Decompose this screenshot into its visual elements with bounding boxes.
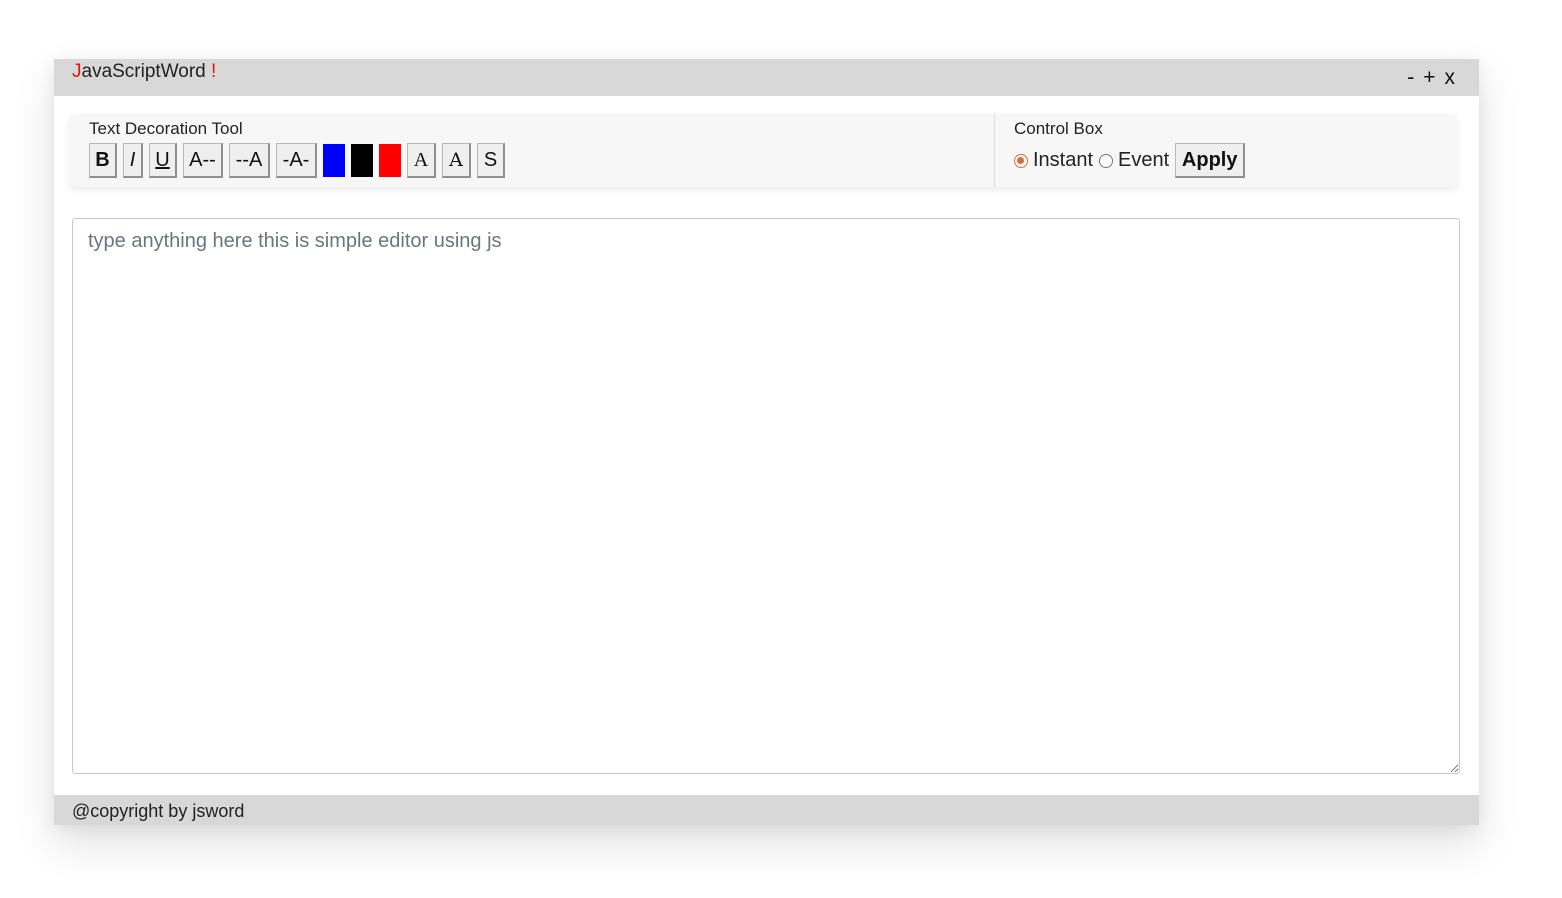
title-bar: JavaScriptWord ! - + x [54, 59, 1479, 96]
app-title-initial: J [72, 61, 82, 82]
decoration-buttons: B I U A-- --A -A- A A S [89, 143, 511, 178]
close-button[interactable]: x [1445, 66, 1456, 90]
editor-textarea[interactable] [72, 218, 1460, 774]
align-left-button[interactable]: A-- [183, 143, 223, 178]
text-decoration-tool: Text Decoration Tool B I U A-- --A -A- A… [70, 114, 995, 187]
instant-label[interactable]: Instant [1033, 149, 1093, 172]
editor-window: JavaScriptWord ! - + x Text Decoration T… [54, 59, 1479, 825]
window-controls: - + x [1407, 66, 1455, 90]
event-label[interactable]: Event [1118, 149, 1169, 172]
text-decoration-title: Text Decoration Tool [89, 119, 243, 138]
align-right-button[interactable]: --A [229, 143, 270, 178]
event-radio[interactable] [1099, 154, 1114, 168]
color-swatch-blue[interactable] [323, 144, 345, 177]
app-title: JavaScriptWord ! [72, 61, 216, 83]
font-alt-serif-button[interactable]: A [442, 143, 471, 178]
font-serif-button[interactable]: A [407, 143, 436, 178]
control-box-title: Control Box [1014, 119, 1103, 138]
instant-radio[interactable] [1014, 154, 1028, 168]
toolbar: Text Decoration Tool B I U A-- --A -A- A… [70, 114, 1457, 187]
font-sans-button[interactable]: S [477, 143, 505, 178]
color-swatch-red[interactable] [379, 144, 401, 177]
control-box: Control Box Instant Event Apply [995, 114, 1457, 187]
app-title-name: avaScriptWord [81, 61, 212, 82]
color-swatch-black[interactable] [351, 144, 373, 177]
footer: @copyright by jsword [54, 795, 1479, 825]
maximize-button[interactable]: + [1423, 66, 1435, 90]
app-title-exclamation: ! [211, 61, 217, 82]
italic-button[interactable]: I [123, 143, 143, 178]
copyright-text: @copyright by jsword [72, 801, 245, 821]
underline-button[interactable]: U [149, 143, 177, 178]
align-center-button[interactable]: -A- [276, 143, 317, 178]
minimize-button[interactable]: - [1407, 66, 1414, 90]
mode-options: Instant Event Apply [1014, 143, 1246, 178]
apply-button[interactable]: Apply [1175, 143, 1246, 178]
bold-button[interactable]: B [89, 143, 117, 178]
